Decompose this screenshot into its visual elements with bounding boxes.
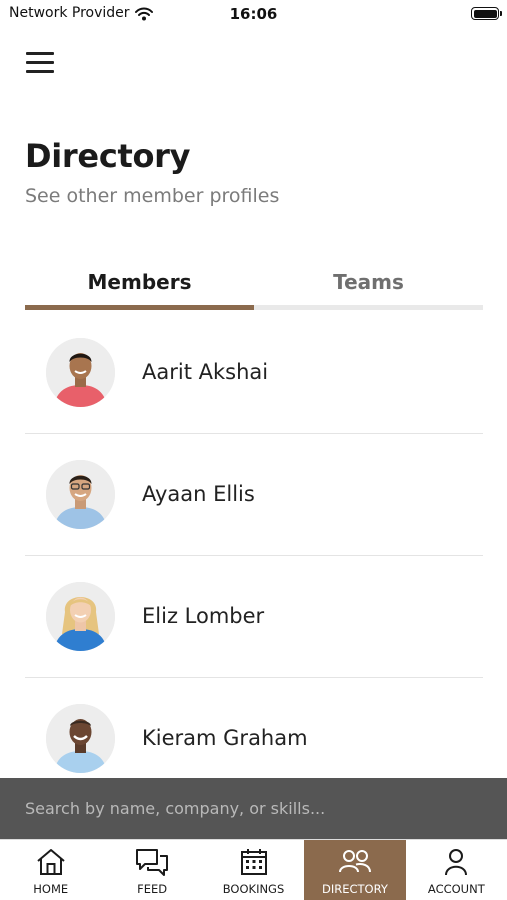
tab-feed-label: FEED xyxy=(137,882,168,896)
tab-directory-label: DIRECTORY xyxy=(321,882,388,896)
search-placeholder: Search by name, company, or skills... xyxy=(25,799,326,818)
member-name: Aarit Akshai xyxy=(142,360,269,384)
avatar xyxy=(46,582,115,651)
member-row[interactable]: Aarit Akshai xyxy=(25,312,483,434)
search-bar[interactable]: Search by name, company, or skills... xyxy=(0,778,507,840)
status-bar: Network Provider 16:06 xyxy=(0,0,507,28)
avatar xyxy=(46,704,115,773)
tab-directory[interactable]: DIRECTORY xyxy=(304,840,406,900)
tab-members-label: Members xyxy=(87,270,192,294)
member-name: Eliz Lomber xyxy=(142,604,265,628)
tab-bookings-label: BOOKINGS xyxy=(222,882,285,896)
bottom-tab-bar: HOME FEED BOOKINGS DIRECTORY ACCOUNT xyxy=(0,839,507,900)
battery-icon xyxy=(471,7,502,20)
member-row[interactable]: Eliz Lomber xyxy=(25,556,483,678)
tab-teams-label: Teams xyxy=(333,270,404,294)
account-icon xyxy=(445,849,468,876)
directory-tabs: Members Teams xyxy=(25,262,483,312)
member-name: Ayaan Ellis xyxy=(142,482,255,506)
member-row[interactable]: Ayaan Ellis xyxy=(25,434,483,556)
tab-account-label: ACCOUNT xyxy=(427,882,485,896)
tab-bookings[interactable]: BOOKINGS xyxy=(203,840,304,900)
people-icon xyxy=(338,850,371,873)
tab-active-indicator xyxy=(25,305,254,310)
avatar xyxy=(46,338,115,407)
member-list: Aarit Akshai Ayaan Ellis Eliz Lomber Kie… xyxy=(25,312,483,800)
member-name: Kieram Graham xyxy=(142,726,308,750)
page-subtitle: See other member profiles xyxy=(25,185,280,207)
home-icon xyxy=(37,849,65,875)
clock-time: 16:06 xyxy=(229,5,278,23)
feed-icon xyxy=(136,849,169,876)
tab-home[interactable]: HOME xyxy=(0,840,101,900)
calendar-icon xyxy=(240,849,267,875)
hamburger-menu-button[interactable] xyxy=(24,48,58,76)
tab-home-label: HOME xyxy=(33,882,69,896)
page-title: Directory xyxy=(25,137,191,175)
avatar xyxy=(46,460,115,529)
tab-feed[interactable]: FEED xyxy=(101,840,202,900)
tab-account[interactable]: ACCOUNT xyxy=(406,840,507,900)
